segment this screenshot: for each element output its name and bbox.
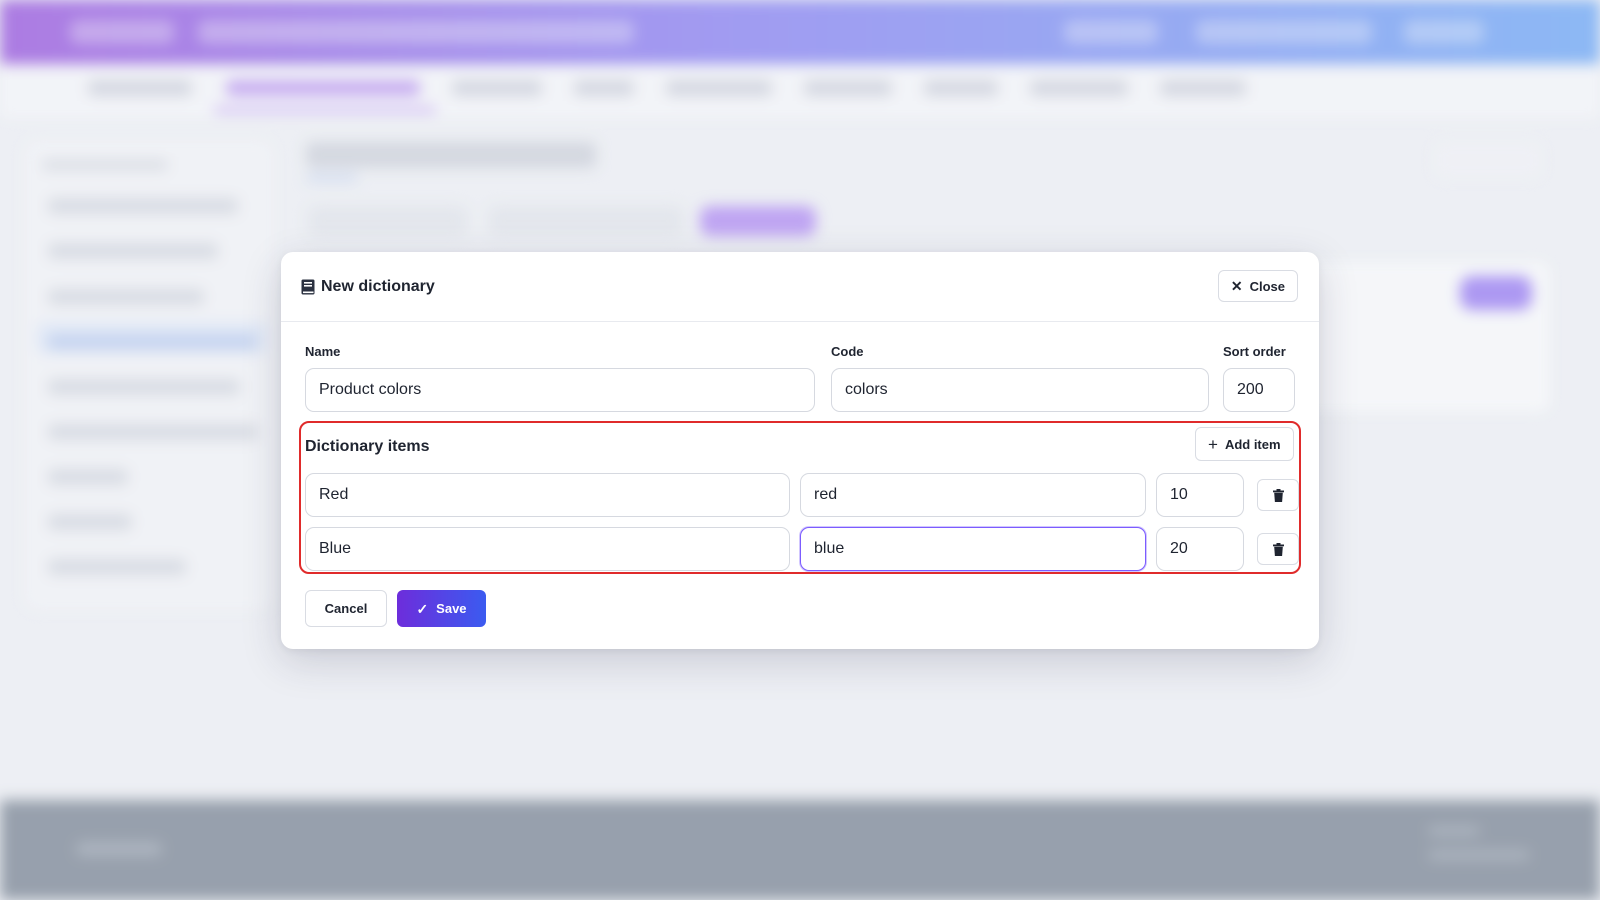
book-icon [301, 279, 315, 294]
save-button[interactable]: ✓ Save [397, 590, 486, 627]
code-label: Code [831, 344, 864, 359]
name-input[interactable] [305, 368, 815, 412]
item-sort-input[interactable] [1156, 527, 1244, 571]
name-label: Name [305, 344, 341, 359]
trash-icon [1272, 488, 1284, 502]
close-icon: ✕ [1230, 278, 1243, 294]
item-name-input[interactable] [305, 527, 790, 571]
delete-item-button[interactable] [1257, 479, 1299, 511]
save-button-label: Save [436, 601, 467, 616]
item-sort-input[interactable] [1156, 473, 1244, 517]
sort-order-input[interactable] [1223, 368, 1295, 412]
add-item-label: Add item [1224, 436, 1281, 452]
new-dictionary-modal: New dictionary ✕ Close Name Code Sort or… [281, 252, 1319, 649]
item-code-input[interactable] [800, 473, 1146, 517]
check-icon: ✓ [416, 600, 429, 617]
modal-title-text: New dictionary [321, 277, 435, 295]
modal-title: New dictionary [301, 278, 435, 296]
plus-icon: + [1208, 434, 1218, 454]
trash-icon [1272, 542, 1284, 556]
code-input[interactable] [831, 368, 1209, 412]
add-item-button[interactable]: + Add item [1195, 427, 1294, 461]
item-code-input[interactable] [800, 527, 1146, 571]
delete-item-button[interactable] [1257, 533, 1299, 565]
cancel-button[interactable]: Cancel [305, 590, 387, 627]
sort-order-label: Sort order [1223, 344, 1286, 359]
item-name-input[interactable] [305, 473, 790, 517]
modal-header: New dictionary ✕ Close [281, 252, 1319, 322]
dictionary-items-title: Dictionary items [305, 438, 430, 455]
close-button[interactable]: ✕ Close [1217, 270, 1298, 302]
close-button-label: Close [1249, 278, 1285, 294]
